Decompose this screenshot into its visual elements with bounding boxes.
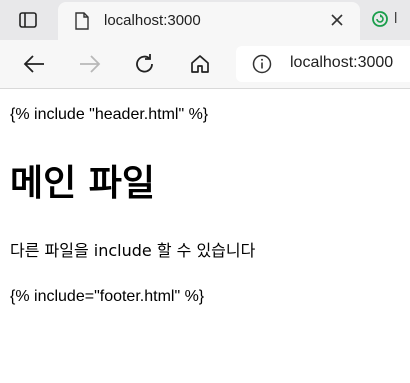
home-icon [191,55,209,73]
forward-button[interactable] [76,50,104,78]
paragraph-text: 다른 파일을 include 할 수 있습니다 [10,241,256,260]
refresh-favicon-icon [372,11,388,27]
close-icon[interactable] [330,13,344,27]
url-text[interactable]: localhost:3000 [290,54,393,72]
browser-toolbar: localhost:3000 [0,40,410,89]
tab-actions-button[interactable] [8,6,48,34]
home-button[interactable] [186,50,214,78]
page-icon [75,12,89,30]
tab-strip: localhost:3000 l [0,0,410,40]
tab-active[interactable]: localhost:3000 [58,2,360,40]
vertical-tabs-icon [19,12,37,28]
refresh-icon [136,54,153,73]
address-bar[interactable]: localhost:3000 [236,46,410,82]
tab-title: localhost:3000 [104,12,201,29]
back-button[interactable] [20,50,48,78]
tab-title: l [394,10,398,27]
arrow-left-icon [23,55,44,73]
footer-include-text: {% include="footer.html" %} [10,288,205,305]
arrow-right-icon [80,55,101,73]
page-heading: 메인 파일 [10,163,156,204]
header-include-text: {% include "header.html" %} [10,106,209,123]
info-icon[interactable] [252,54,272,74]
reload-button[interactable] [131,50,159,78]
